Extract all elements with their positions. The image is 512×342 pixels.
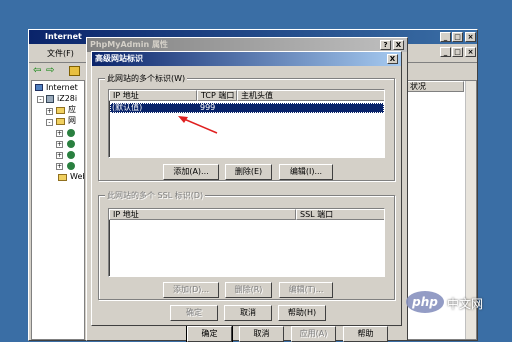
server-icon [46,95,54,103]
folder-icon [56,107,65,114]
mmc-inner-restore-button[interactable]: □ [452,47,463,57]
row-ip: (默认值) [112,103,143,112]
globe-icon [67,162,75,170]
properties-apply-button[interactable]: 应用(A) [291,326,336,342]
php-watermark-logo: php [406,291,444,313]
edit-identity-button[interactable]: 编辑(I)... [279,164,333,180]
expand-site1-icon[interactable]: + [56,130,63,137]
add-ssl-button[interactable]: 添加(D)... [163,282,219,298]
properties-close-button[interactable]: X [393,40,404,50]
column-header-ssl-ip[interactable]: IP 地址 [109,209,296,220]
tree-internet[interactable]: Internet [46,83,78,93]
forward-arrow-icon[interactable]: ⇨ [46,65,54,76]
dialog-title: 高级网站标识 [95,54,143,63]
add-identity-button[interactable]: 添加(A)... [163,164,219,180]
remove-identity-button[interactable]: 删除(E) [225,164,272,180]
mmc-maximize-button[interactable]: □ [452,32,463,42]
ssl-group-label: 此网站的多个 SSL 标识(D) [105,190,206,201]
properties-title: PhpMyAdmin 属性 [90,40,168,49]
computer-icon [35,84,43,91]
ssl-identities-group: 此网站的多个 SSL 标识(D) IP 地址 SSL 端口 添加(D)... 删… [98,190,395,300]
identities-group-label: 此网站的多个标识(W) [105,73,188,84]
properties-titlebar: PhpMyAdmin 属性 [87,38,407,52]
properties-help-text-button[interactable]: 帮助 [343,326,388,342]
expand-app-icon[interactable]: + [46,108,53,115]
tree-app[interactable]: 应 [68,105,76,115]
column-header-host[interactable]: 主机头值 [237,90,384,101]
web-folder-icon [56,118,65,125]
tree-server[interactable]: iZ28i [57,94,77,104]
dialog-cancel-button[interactable]: 取消 [224,305,272,321]
ssl-identities-list[interactable]: IP 地址 SSL 端口 [108,208,385,277]
mmc-close-button[interactable]: × [465,32,476,42]
expand-site3-icon[interactable]: + [56,152,63,159]
dialog-titlebar: 高级网站标识 [92,52,401,66]
dialog-help-button[interactable]: 帮助(H) [278,305,326,321]
mmc-title: Internet [45,32,82,41]
column-header-ip[interactable]: IP 地址 [109,90,197,101]
column-header-status[interactable]: 状况 [406,81,464,92]
advanced-identification-dialog: 高级网站标识 X 此网站的多个标识(W) IP 地址 TCP 端口 主机头值 (… [91,51,402,326]
mmc-inner-close-button[interactable]: × [465,47,476,57]
expand-server-icon[interactable]: - [37,96,44,103]
dialog-close-button[interactable]: X [387,54,398,64]
expand-web-icon[interactable]: - [46,119,53,126]
mmc-menu-file[interactable]: 文件(F) [47,48,74,59]
mmc-tree-pane: Internet - iZ28i + 应 - 网 + + + + Web [31,80,85,340]
up-folder-icon[interactable] [69,66,80,76]
properties-ok-button[interactable]: 确定 [186,325,233,342]
web-ext-folder-icon [58,174,67,181]
back-arrow-icon[interactable]: ⇦ [33,65,41,76]
red-arrow-annotation [178,116,218,134]
properties-cancel-button[interactable]: 取消 [239,326,284,342]
globe-icon [67,140,75,148]
expand-site4-icon[interactable]: + [56,163,63,170]
table-row[interactable]: (默认值) 999 [110,103,384,113]
mmc-inner-minimize-button[interactable]: _ [440,47,451,57]
tree-web[interactable]: 网 [68,116,76,126]
column-header-tcp-port[interactable]: TCP 端口 [197,90,237,101]
tree-web-ext[interactable]: Web [70,172,84,182]
mmc-minimize-button[interactable]: _ [440,32,451,42]
dialog-ok-button[interactable]: 确定 [170,305,218,321]
php-watermark-text: 中文网 [447,297,484,311]
remove-ssl-button[interactable]: 删除(R) [225,282,272,298]
properties-help-button[interactable]: ? [380,40,391,50]
globe-icon [67,129,75,137]
identities-list[interactable]: IP 地址 TCP 端口 主机头值 (默认值) 999 [108,89,385,158]
expand-site2-icon[interactable]: + [56,141,63,148]
globe-icon [67,151,75,159]
column-header-ssl-port[interactable]: SSL 端口 [296,209,384,220]
identities-group: 此网站的多个标识(W) IP 地址 TCP 端口 主机头值 (默认值) 999 … [98,73,395,181]
edit-ssl-button[interactable]: 编辑(T)... [279,282,333,298]
